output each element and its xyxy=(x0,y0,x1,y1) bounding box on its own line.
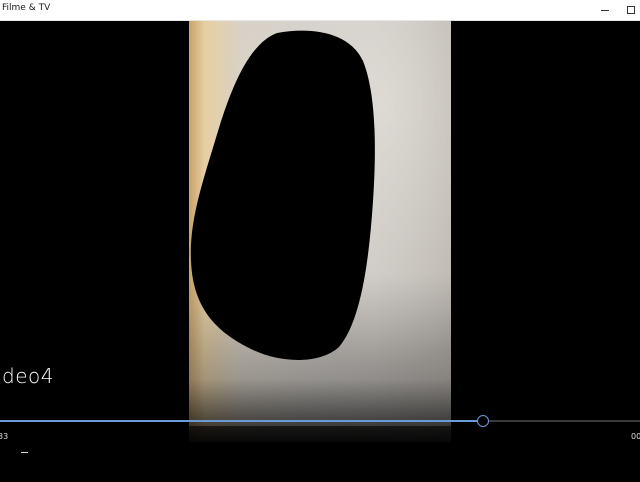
total-time: 00 xyxy=(631,432,640,441)
app-window: Filme & TV ideo4 33 00 xyxy=(0,0,640,482)
title-bar[interactable]: Filme & TV xyxy=(0,0,640,21)
window-title: Filme & TV xyxy=(2,3,51,13)
maximize-icon xyxy=(627,6,635,14)
seek-bar-progress xyxy=(0,420,483,422)
dash-icon[interactable] xyxy=(21,452,28,453)
elapsed-time: 33 xyxy=(0,432,9,441)
minimize-button[interactable] xyxy=(592,0,618,20)
minimize-icon xyxy=(601,10,609,11)
maximize-button[interactable] xyxy=(618,0,640,20)
video-frame[interactable] xyxy=(189,21,451,442)
video-redaction-blot xyxy=(190,30,375,360)
video-title: ideo4 xyxy=(0,364,55,388)
video-stage[interactable]: ideo4 33 00 xyxy=(0,21,640,482)
seek-bar-thumb[interactable] xyxy=(477,415,489,427)
controls-backdrop xyxy=(0,426,640,482)
